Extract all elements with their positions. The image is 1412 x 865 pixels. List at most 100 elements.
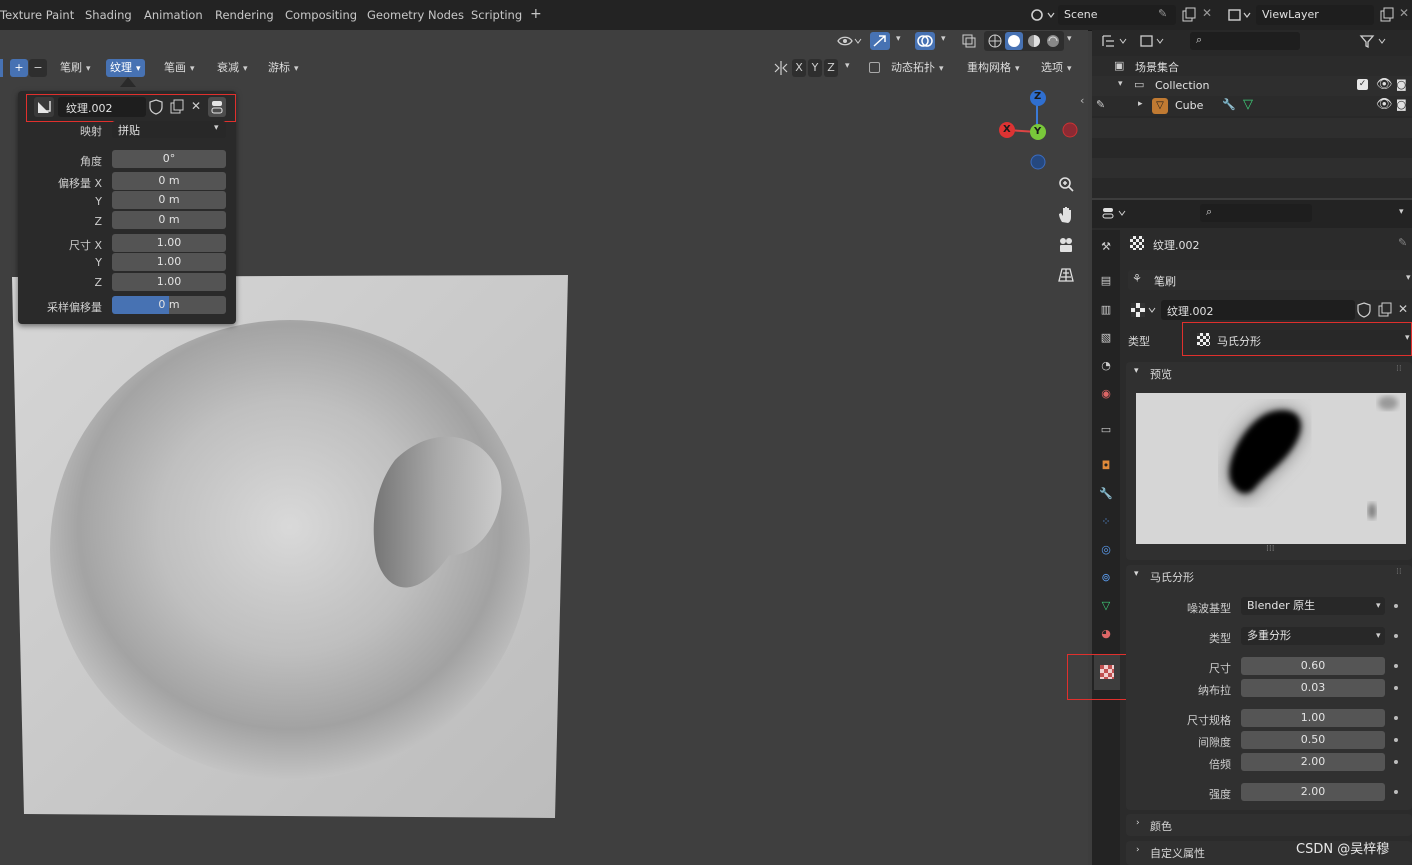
- keyframe-dot[interactable]: [1394, 604, 1398, 608]
- object-tab-icon[interactable]: ◘: [1097, 459, 1115, 477]
- noise-basis-dropdown[interactable]: Blender 原生 ▾: [1241, 597, 1385, 615]
- editor-type-icon[interactable]: [1100, 204, 1130, 222]
- keyframe-dot[interactable]: [1394, 760, 1398, 764]
- tab-shading[interactable]: Shading: [85, 8, 132, 22]
- overlay-menu-chevron[interactable]: ▾: [941, 34, 946, 44]
- cursor-menu[interactable]: 游标 ▾: [264, 59, 303, 77]
- keyframe-dot[interactable]: [1394, 790, 1398, 794]
- preview-collapse-icon[interactable]: ▾: [1134, 366, 1139, 376]
- view-layer-icon[interactable]: [1226, 6, 1254, 24]
- remesh-menu[interactable]: 重构网格 ▾: [963, 59, 1024, 77]
- scene-type-icon[interactable]: [1028, 6, 1056, 24]
- symmetry-icon[interactable]: [772, 59, 790, 77]
- display-mode-icon[interactable]: [1100, 32, 1130, 50]
- intensity-field[interactable]: 2.00: [1241, 783, 1385, 801]
- texture-datablock-field[interactable]: 纹理.002: [1161, 300, 1355, 320]
- texture-context-selector[interactable]: ⚘ 笔刷 ▾: [1128, 270, 1412, 290]
- musgrave-collapse-icon[interactable]: ▾: [1134, 569, 1139, 579]
- duplicate-icon[interactable]: [168, 98, 186, 116]
- datablock-unlink-icon[interactable]: ✕: [1398, 302, 1408, 316]
- octaves-field[interactable]: 2.00: [1241, 753, 1385, 771]
- axis-y-button[interactable]: Y: [808, 59, 822, 77]
- constraints-tab-icon[interactable]: ⊚: [1097, 571, 1115, 589]
- dyntopo-checkbox[interactable]: [869, 62, 880, 73]
- axis-z-button[interactable]: Z: [824, 59, 838, 77]
- outliner-row-scene[interactable]: ▣ 场景集合: [1092, 56, 1412, 76]
- preview-header[interactable]: 预览: [1150, 366, 1172, 382]
- filter-icon[interactable]: [1358, 32, 1390, 50]
- collection-tab-icon[interactable]: ▭: [1097, 423, 1115, 441]
- keyframe-dot[interactable]: [1394, 664, 1398, 668]
- sidebar-toggle-icon[interactable]: ‹: [1080, 94, 1084, 107]
- keyframe-dot[interactable]: [1394, 634, 1398, 638]
- chevron-down-icon[interactable]: ▾: [845, 61, 850, 71]
- axis-x-button[interactable]: X: [792, 59, 806, 77]
- zoom-icon[interactable]: [1056, 175, 1076, 195]
- xray-icon[interactable]: [961, 33, 977, 49]
- lacunarity-field[interactable]: 0.50: [1241, 731, 1385, 749]
- tab-rendering[interactable]: Rendering: [215, 8, 274, 22]
- texture-menu[interactable]: 纹理 ▾: [106, 59, 145, 77]
- close-icon[interactable]: ✕: [1202, 6, 1212, 20]
- offset-y-field[interactable]: 0 m: [112, 191, 226, 209]
- texture-thumbnail-icon[interactable]: [34, 97, 54, 117]
- offset-z-field[interactable]: 0 m: [112, 211, 226, 229]
- datablock-shield-icon[interactable]: [1356, 301, 1372, 319]
- tab-texture-paint[interactable]: Texture Paint: [0, 8, 74, 22]
- unlink-close-icon[interactable]: ✕: [191, 99, 201, 113]
- expand-chevron-icon[interactable]: ▾: [1118, 79, 1123, 89]
- datablock-duplicate-icon[interactable]: [1376, 301, 1394, 319]
- cube-camera-icon[interactable]: ◙: [1396, 98, 1407, 111]
- scene-tab-icon[interactable]: ◔: [1097, 359, 1115, 377]
- expand-right-icon[interactable]: ▸: [1138, 99, 1143, 109]
- add-mode-button[interactable]: +: [10, 59, 28, 77]
- outliner-search-input[interactable]: ⌕: [1190, 32, 1300, 50]
- output-tab-icon[interactable]: ▥: [1097, 303, 1115, 321]
- modifier-tab-icon[interactable]: 🔧: [1097, 487, 1115, 505]
- fake-user-shield-icon[interactable]: [148, 98, 164, 116]
- add-workspace-button[interactable]: +: [530, 6, 542, 22]
- preview-resize-icon[interactable]: ⁞⁞⁞: [1266, 544, 1275, 554]
- overlay-toggle-icon[interactable]: [915, 32, 935, 50]
- gizmo-menu-chevron[interactable]: ▾: [896, 34, 901, 44]
- scene-field[interactable]: Scene ✎: [1058, 5, 1176, 25]
- visibility-icon[interactable]: [836, 33, 864, 49]
- size-z-field[interactable]: 1.00: [112, 273, 226, 291]
- keyframe-dot[interactable]: [1394, 686, 1398, 690]
- tab-compositing[interactable]: Compositing: [285, 8, 357, 22]
- grid-icon[interactable]: [1056, 265, 1076, 285]
- musgrave-header[interactable]: 马氏分形: [1150, 569, 1194, 585]
- size-x-field[interactable]: 1.00: [112, 234, 226, 252]
- new-view-layer-icon[interactable]: [1378, 6, 1396, 24]
- brush-menu[interactable]: 笔刷 ▾: [56, 59, 95, 77]
- dimension-field[interactable]: 1.00: [1241, 709, 1385, 727]
- size-field[interactable]: 0.60: [1241, 657, 1385, 675]
- falloff-menu[interactable]: 衰减 ▾: [213, 59, 252, 77]
- tab-scripting[interactable]: Scripting: [471, 8, 522, 22]
- properties-search-input[interactable]: ⌕: [1200, 204, 1312, 222]
- colors-panel[interactable]: › 颜色: [1126, 814, 1412, 836]
- new-scene-icon[interactable]: [1180, 6, 1198, 24]
- pin-icon[interactable]: ✎: [1158, 7, 1167, 20]
- eye-icon[interactable]: 👁: [1376, 77, 1393, 92]
- drag-handle-icon[interactable]: ⁞⁞: [1396, 364, 1402, 374]
- angle-field[interactable]: 0°: [112, 150, 226, 168]
- sample-bias-field[interactable]: 0 m: [112, 296, 226, 314]
- view-layer-tab-icon[interactable]: ▧: [1097, 331, 1115, 349]
- cube-eye-icon[interactable]: 👁: [1376, 97, 1393, 112]
- texture-browse-icon[interactable]: [1128, 300, 1158, 320]
- tool-tab-icon[interactable]: ⚒: [1097, 240, 1115, 258]
- texture-name-field[interactable]: 纹理.002: [58, 97, 146, 117]
- properties-options-chevron[interactable]: ▾: [1399, 207, 1404, 217]
- tab-animation[interactable]: Animation: [144, 8, 203, 22]
- camera-view-icon[interactable]: [1056, 235, 1076, 255]
- browse-toggle-icon[interactable]: [208, 97, 226, 117]
- fractal-type-dropdown[interactable]: 多重分形 ▾: [1241, 627, 1385, 645]
- musgrave-drag-handle-icon[interactable]: ⁞⁞: [1396, 567, 1402, 577]
- particles-tab-icon[interactable]: ⁘: [1097, 515, 1115, 533]
- render-tab-icon[interactable]: ▤: [1097, 274, 1115, 292]
- dyntopo-menu[interactable]: 动态拓扑 ▾: [887, 59, 948, 77]
- size-y-field[interactable]: 1.00: [112, 253, 226, 271]
- tab-geometry-nodes[interactable]: Geometry Nodes: [367, 8, 464, 22]
- keyframe-dot[interactable]: [1394, 716, 1398, 720]
